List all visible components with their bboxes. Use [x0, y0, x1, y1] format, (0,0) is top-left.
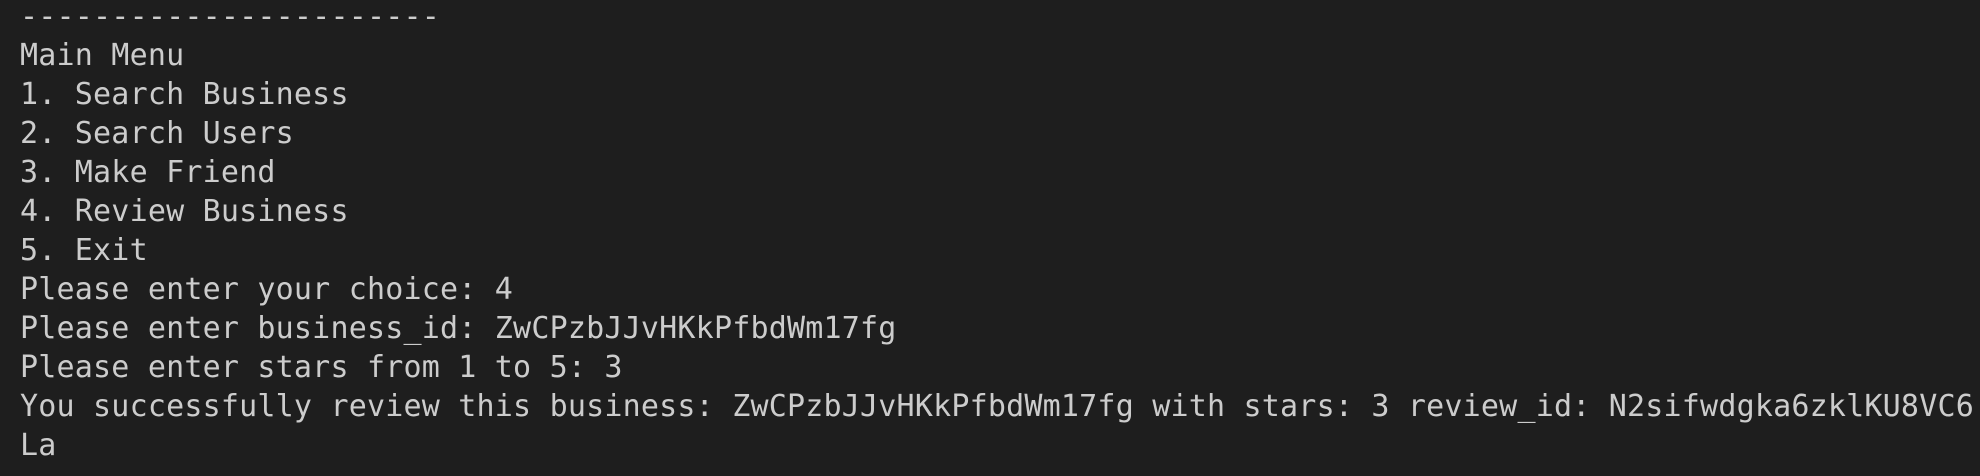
menu-option-review-business: 4. Review Business	[20, 194, 349, 229]
menu-option-search-business: 1. Search Business	[20, 77, 349, 112]
terminal-window[interactable]: ----------------------- Main Menu 1. Sea…	[0, 0, 1980, 476]
menu-option-make-friend: 3. Make Friend	[20, 155, 276, 190]
menu-option-exit: 5. Exit	[20, 233, 148, 268]
business-id-prompt: Please enter business_id: ZwCPzbJJvHKkPf…	[20, 311, 897, 346]
review-success-message: You successfully review this business: Z…	[20, 389, 1974, 424]
review-id-continuation: La	[20, 428, 57, 463]
choice-prompt: Please enter your choice: 4	[20, 272, 514, 307]
menu-divider: -----------------------	[20, 0, 441, 34]
menu-title: Main Menu	[20, 38, 185, 73]
terminal-output: ----------------------- Main Menu 1. Sea…	[20, 0, 1980, 465]
menu-option-search-users: 2. Search Users	[20, 116, 294, 151]
stars-prompt: Please enter stars from 1 to 5: 3	[20, 350, 623, 385]
